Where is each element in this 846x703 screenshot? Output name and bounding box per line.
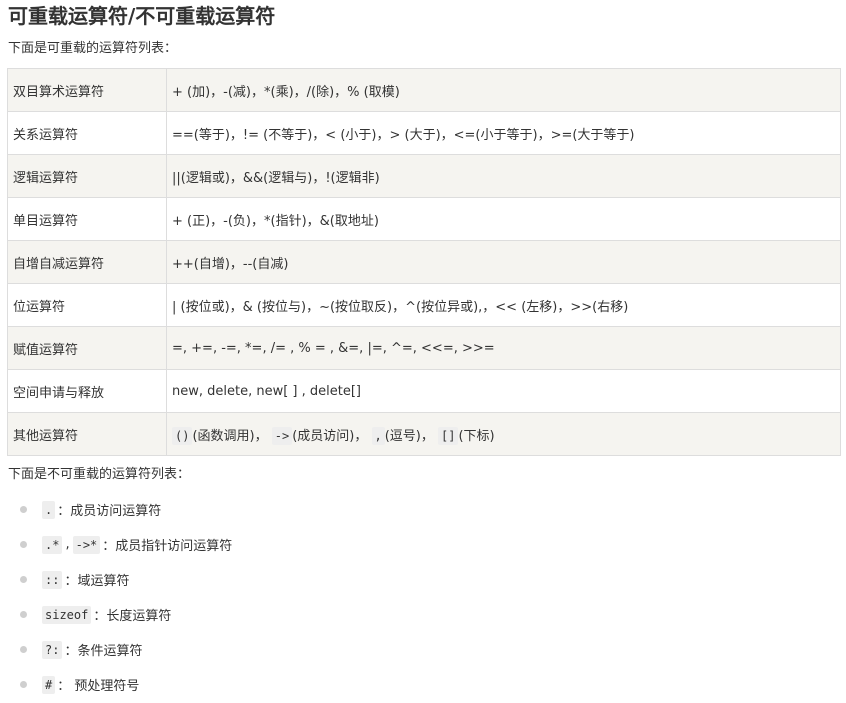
table-row: 其他运算符 () (函数调用)， -> (成员访问)， , (逗号)， [] (下标) [7,412,841,456]
operators-cell: () (函数调用)， -> (成员访问)， , (逗号)， [] (下标) [166,412,841,456]
non-overloadable-list: . ：成员访问运算符 .*, ->* ：成员指针访问运算符 :: ：域运算符 sizeo… [0,492,232,702]
inline-code: () [172,426,193,445]
inline-code: # [42,675,56,694]
operator-description: (函数调用)， [192,428,268,444]
list-item: :: ：域运算符 [0,562,232,597]
list-item: sizeof ：长度运算符 [0,597,232,632]
table-row: 空间申请与释放 new, delete, new[ ] , delete[] [7,369,841,413]
list-item: .*, ->* ：成员指针访问运算符 [0,527,232,562]
operators-cell: + (正)，-(负)，*(指针)，&(取地址) [166,197,841,241]
category-cell: 自增自减运算符 [7,240,167,284]
category-cell: 其他运算符 [7,412,167,456]
inline-code: :: [42,570,63,589]
operators-cell: | (按位或)，& (按位与)，~(按位取反)，^(按位异或),，<< (左移)… [166,283,841,327]
overloadable-operators-table: 双目算术运算符 + (加)，-(减)，*(乘)，/(除)，% (取模) 关系运算… [7,68,841,456]
item-description: ：条件运算符 [64,644,143,659]
category-cell: 关系运算符 [7,111,167,155]
list-item: #： 预处理符号 [0,667,232,702]
category-cell: 位运算符 [7,283,167,327]
bullet-icon [20,506,27,513]
bullet-icon [20,646,27,653]
bullet-icon [20,576,27,583]
inline-code: sizeof [42,605,92,624]
table-row: 自增自减运算符 ++(自增)，--(自减) [7,240,841,284]
category-cell: 双目算术运算符 [7,68,167,112]
bullet-icon [20,611,27,618]
operators-cell: new, delete, new[ ] , delete[] [166,369,841,413]
inline-code: .* [42,535,63,554]
item-description: ： 预处理符号 [57,679,140,694]
item-description: ：长度运算符 [93,609,172,624]
table-row: 关系运算符 ==(等于)，!= (不等于)，< (小于)，> (大于)，<=(小… [7,111,841,155]
operator-description: (下标) [458,428,495,444]
operators-cell: ==(等于)，!= (不等于)，< (小于)，> (大于)，<=(小于等于)，>… [166,111,841,155]
page-title: 可重载运算符/不可重载运算符 [8,4,276,28]
table-row: 赋值运算符 =, +=, -=, *=, /= , % = , &=, |=, … [7,326,841,370]
non-overloadable-intro: 下面是不可重载的运算符列表： [8,467,191,482]
item-description: ：成员指针访问运算符 [102,539,233,554]
article: 可重载运算符/不可重载运算符 下面是可重载的运算符列表： 双目算术运算符 + (… [0,0,846,703]
separator: , [65,537,70,552]
inline-code: . [42,500,56,519]
inline-code: , [371,426,385,445]
table-row: 双目算术运算符 + (加)，-(减)，*(乘)，/(除)，% (取模) [7,68,841,112]
inline-code: ?: [42,640,63,659]
bullet-icon [20,541,27,548]
category-cell: 单目运算符 [7,197,167,241]
operators-cell: ++(自增)，--(自减) [166,240,841,284]
item-description: ：成员访问运算符 [57,504,162,519]
category-cell: 赋值运算符 [7,326,167,370]
list-item: ?: ：条件运算符 [0,632,232,667]
table-row: 单目运算符 + (正)，-(负)，*(指针)，&(取地址) [7,197,841,241]
list-item: . ：成员访问运算符 [0,492,232,527]
operators-cell: + (加)，-(减)，*(乘)，/(除)，% (取模) [166,68,841,112]
bullet-icon [20,681,27,688]
operator-description: (成员访问)， [292,428,368,444]
operators-cell: =, +=, -=, *=, /= , % = , &=, |=, ^=, <<… [166,326,841,370]
operators-cell: ||(逻辑或)，&&(逻辑与)，!(逻辑非) [166,154,841,198]
overloadable-intro: 下面是可重载的运算符列表： [8,41,178,56]
category-cell: 空间申请与释放 [7,369,167,413]
inline-code: ->* [72,535,101,554]
table-row: 位运算符 | (按位或)，& (按位与)，~(按位取反)，^(按位异或),，<<… [7,283,841,327]
inline-code: [] [438,426,459,445]
category-cell: 逻辑运算符 [7,154,167,198]
item-description: ：域运算符 [64,574,130,589]
operator-description: (逗号)， [384,428,434,444]
inline-code: -> [271,426,293,445]
table-row: 逻辑运算符 ||(逻辑或)，&&(逻辑与)，!(逻辑非) [7,154,841,198]
